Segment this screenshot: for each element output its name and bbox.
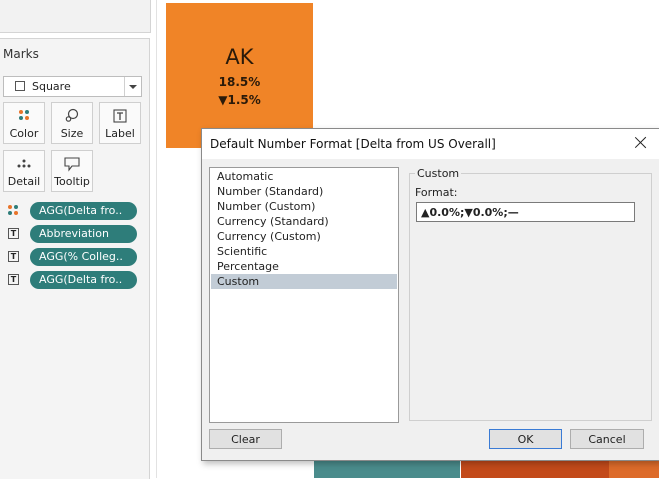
size-icon [65, 108, 79, 122]
view-divider [156, 0, 157, 478]
clear-button[interactable]: Clear [209, 429, 282, 449]
color-dots-icon [4, 108, 44, 124]
format-option[interactable]: Currency (Custom) [211, 229, 397, 244]
cancel-button[interactable]: Cancel [570, 429, 644, 449]
marks-title: Marks [3, 47, 39, 61]
format-option-selected[interactable]: Custom [211, 274, 397, 289]
text-icon [113, 109, 127, 123]
format-type-list[interactable]: Automatic Number (Standard) Number (Cust… [209, 167, 399, 423]
default-number-format-dialog: Default Number Format [Delta from US Ove… [201, 128, 659, 461]
tooltip-button[interactable]: Tooltip [51, 150, 93, 192]
mark-type-value: Square [32, 80, 71, 93]
color-button-label: Color [9, 127, 39, 140]
close-icon[interactable] [631, 133, 651, 153]
field-pill[interactable]: Abbreviation [30, 225, 137, 243]
label-button[interactable]: Label [99, 102, 141, 144]
format-label: Format: [415, 186, 458, 199]
format-option[interactable]: Automatic [211, 169, 397, 184]
format-option[interactable]: Number (Custom) [211, 199, 397, 214]
tile-abbreviation: AK [225, 45, 254, 69]
field-pill[interactable]: AGG(Delta fro.. [30, 271, 137, 289]
tooltip-button-label: Tooltip [54, 175, 90, 188]
format-option[interactable]: Currency (Standard) [211, 214, 397, 229]
pill-row-label[interactable]: T AGG(% Colleg.. [8, 248, 138, 266]
pill-row-color[interactable]: AGG(Delta fro.. [8, 202, 138, 220]
text-icon: T [8, 274, 19, 285]
color-button[interactable]: Color [3, 102, 45, 144]
detail-button-label: Detail [7, 175, 41, 188]
tooltip-icon [64, 157, 80, 172]
dialog-title: Default Number Format [Delta from US Ove… [210, 137, 496, 151]
group-title: Custom [415, 167, 462, 180]
mark-type-dropdown[interactable]: Square [3, 76, 142, 97]
square-icon [15, 81, 25, 91]
top-left-panel [0, 0, 151, 33]
format-string-input[interactable]: ▲0.0%;▼0.0%;— [416, 202, 635, 222]
ok-button[interactable]: OK [489, 429, 562, 449]
dialog-titlebar: Default Number Format [Delta from US Ove… [202, 129, 659, 159]
pill-row-label[interactable]: T AGG(Delta fro.. [8, 271, 138, 289]
field-pill[interactable]: AGG(% Colleg.. [30, 248, 137, 266]
detail-button[interactable]: Detail [3, 150, 45, 192]
state-tile[interactable] [314, 460, 460, 478]
state-tile[interactable] [461, 460, 609, 478]
size-button[interactable]: Size [51, 102, 93, 144]
format-option[interactable]: Percentage [211, 259, 397, 274]
state-tile-ak[interactable]: AK 18.5% ▼1.5% [166, 3, 313, 148]
field-pill[interactable]: AGG(Delta fro.. [30, 202, 137, 220]
text-icon: T [8, 228, 19, 239]
color-dots-icon [8, 205, 19, 216]
label-button-label: Label [105, 127, 135, 140]
tile-percent: 18.5% [218, 75, 261, 89]
size-button-label: Size [60, 127, 84, 140]
pill-row-label[interactable]: T Abbreviation [8, 225, 138, 243]
detail-icon [17, 159, 31, 168]
format-option[interactable]: Number (Standard) [211, 184, 397, 199]
chevron-down-icon[interactable] [124, 77, 141, 96]
marks-card: Marks Square Color Size Label Detail Too… [0, 38, 150, 479]
format-option[interactable]: Scientific [211, 244, 397, 259]
text-icon: T [8, 251, 19, 262]
tile-delta: ▼1.5% [218, 93, 261, 107]
